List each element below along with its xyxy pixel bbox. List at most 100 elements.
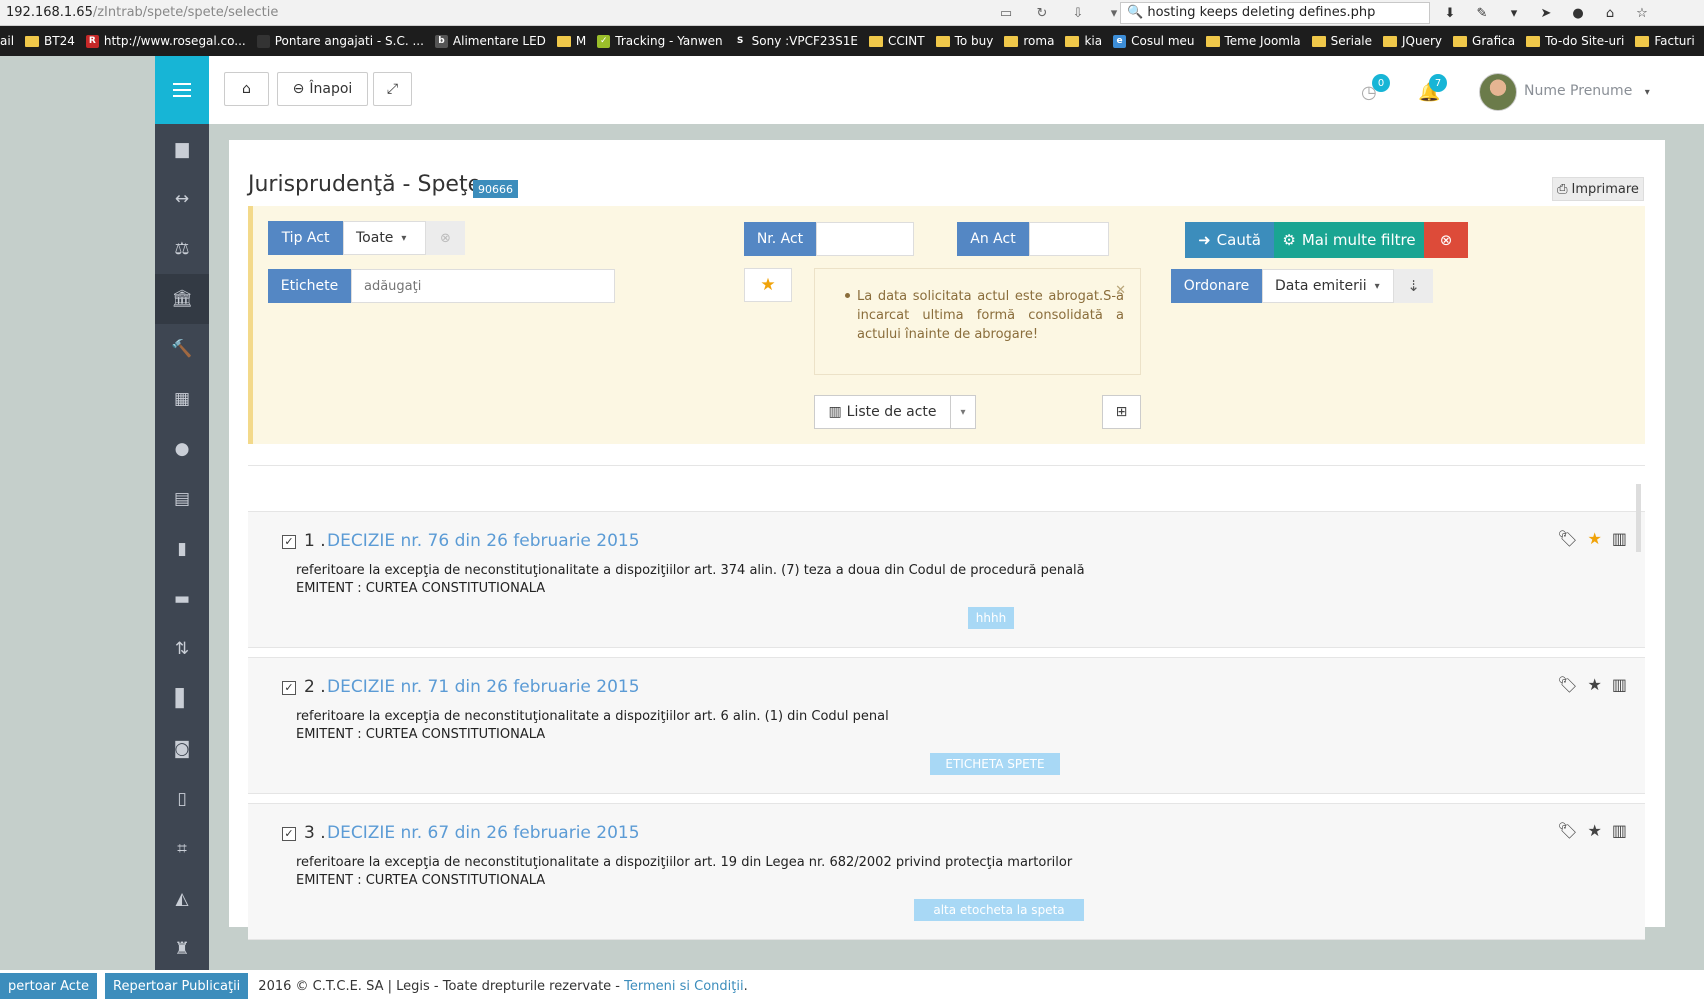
sidebar-item[interactable]: ▬: [155, 574, 209, 624]
tags-icon[interactable]: 🏷: [1557, 675, 1577, 694]
liste-acte-button[interactable]: ▥ Liste de acte: [814, 395, 951, 429]
favicon-icon: ✓: [597, 34, 611, 48]
sidebar-item[interactable]: ▯: [155, 774, 209, 824]
back-button[interactable]: ⊖ Înapoi: [277, 72, 368, 106]
bookmark-item[interactable]: Teme Joomla: [1205, 34, 1301, 48]
bookmark-item[interactable]: CCINT: [869, 34, 925, 48]
download-icon[interactable]: ⬇: [1440, 3, 1460, 23]
pencil-icon[interactable]: ✎: [1472, 3, 1492, 23]
sidebar-item[interactable]: ↔: [155, 174, 209, 224]
bookmark-item[interactable]: S Sony :VPCF23S1E: [733, 34, 858, 48]
terms-link[interactable]: Termeni si Condiţii: [624, 979, 743, 994]
folder-icon: [1004, 35, 1019, 47]
bookmark-item[interactable]: BT24: [25, 34, 75, 48]
bookmark-item[interactable]: To buy: [935, 34, 993, 48]
star-icon[interactable]: ★: [1588, 675, 1602, 694]
book-open-icon[interactable]: ▥: [1612, 821, 1627, 840]
nr-act-input[interactable]: [816, 222, 914, 256]
sidebar-item[interactable]: ▤: [155, 474, 209, 524]
star-icon[interactable]: ★: [1588, 821, 1602, 840]
tags-icon[interactable]: 🏷: [1557, 529, 1577, 548]
menu-dropdown-icon[interactable]: ▾: [1504, 3, 1524, 23]
bookmark-item[interactable]: Pontare angajati - S.C. ...: [256, 34, 424, 48]
print-button[interactable]: ⎙ Imprimare: [1552, 177, 1644, 201]
ordonare-select[interactable]: Data emiterii ▾: [1262, 269, 1394, 303]
result-checkbox[interactable]: ✓: [282, 535, 296, 549]
list-alt-icon: ▤: [173, 489, 191, 509]
bookmark-item[interactable]: Grafica: [1453, 34, 1515, 48]
repertoar-publicatii-button[interactable]: Repertoar Publicaţii: [105, 973, 249, 999]
bookmark-item[interactable]: Seriale: [1311, 34, 1372, 48]
favorites-filter-button[interactable]: ★: [744, 268, 792, 302]
result-tag[interactable]: hhhh: [968, 607, 1014, 629]
reset-filters-button[interactable]: ⊗: [1424, 222, 1468, 258]
sidebar-item[interactable]: ♜: [155, 924, 209, 974]
sidebar-item[interactable]: ◙: [155, 724, 209, 774]
book-open-icon[interactable]: ▥: [1612, 675, 1627, 694]
home-icon[interactable]: ⌂: [1600, 3, 1620, 23]
result-title-link[interactable]: DECIZIE nr. 76 din 26 februarie 2015: [327, 531, 640, 551]
liste-acte-dropdown[interactable]: ▾: [950, 395, 976, 429]
bookmark-item[interactable]: Rhttp://www.rosegal.co...: [85, 34, 246, 48]
fullscreen-button[interactable]: ⤢: [373, 72, 412, 106]
sidebar-item[interactable]: ▦: [155, 374, 209, 424]
add-list-button[interactable]: ⊞: [1102, 395, 1141, 429]
sidebar-item[interactable]: ⌗: [155, 824, 209, 874]
chat-icon[interactable]: ●: [1568, 3, 1588, 23]
sidebar-item[interactable]: ▋: [155, 674, 209, 724]
bookmark-item[interactable]: M: [556, 34, 586, 48]
home-button[interactable]: ⌂: [224, 72, 269, 106]
menu-toggle-button[interactable]: [155, 56, 209, 124]
repertoar-acte-button[interactable]: pertoar Acte: [0, 973, 97, 999]
bookmark-item[interactable]: ail: [0, 34, 14, 48]
sidebar-item[interactable]: ◭: [155, 874, 209, 924]
result-title-link[interactable]: DECIZIE nr. 67 din 26 februarie 2015: [327, 823, 640, 843]
star-icon[interactable]: ★: [1588, 529, 1602, 548]
sidebar-item[interactable]: ▮: [155, 524, 209, 574]
bookmark-label: http://www.rosegal.co...: [103, 34, 246, 48]
reader-view-icon[interactable]: ▭: [995, 3, 1017, 23]
result-checkbox[interactable]: ✓: [282, 681, 296, 695]
sidebar-item[interactable]: 🏛: [155, 274, 209, 324]
bookmark-star-icon[interactable]: ☆: [1632, 3, 1652, 23]
sidebar-item[interactable]: ⚖: [155, 224, 209, 274]
etichete-input[interactable]: [351, 269, 615, 303]
more-filters-button[interactable]: ⚙ Mai multe filtre: [1274, 222, 1424, 258]
bookmark-item[interactable]: roma: [1004, 34, 1054, 48]
bookmark-item[interactable]: Facturi: [1635, 34, 1695, 48]
folder-icon: [1383, 35, 1398, 47]
result-title-link[interactable]: DECIZIE nr. 71 din 26 februarie 2015: [327, 677, 640, 697]
bookmark-item[interactable]: JQuery: [1383, 34, 1442, 48]
tip-act-select[interactable]: Toate ▾: [343, 221, 426, 255]
avatar[interactable]: [1479, 73, 1517, 111]
close-icon[interactable]: ✕: [1115, 281, 1126, 300]
clear-tip-act-button[interactable]: ⊗: [426, 221, 465, 255]
bookmark-item[interactable]: To-do Site-uri: [1526, 34, 1624, 48]
bookmark-label: Teme Joomla: [1224, 34, 1301, 48]
bookmark-item[interactable]: ✓ Tracking - Yanwen: [597, 34, 723, 48]
result-tag[interactable]: ETICHETA SPETE: [930, 753, 1060, 775]
browser-search-input[interactable]: 🔍 hosting keeps deleting defines.php: [1120, 2, 1430, 24]
an-act-input[interactable]: [1029, 222, 1109, 256]
address-bar[interactable]: 192.168.1.65/zIntrab/spete/spete/selecti…: [6, 5, 278, 20]
result-checkbox[interactable]: ✓: [282, 827, 296, 841]
folder-icon: [935, 35, 950, 47]
download-arrow-icon[interactable]: ⇩: [1067, 3, 1089, 23]
sidebar-item[interactable]: ●: [155, 424, 209, 474]
book-open-icon[interactable]: ▥: [1612, 529, 1627, 548]
reload-icon[interactable]: ↻: [1031, 3, 1053, 23]
bookmark-item[interactable]: kia: [1065, 34, 1102, 48]
user-menu[interactable]: Nume Prenume ▾: [1524, 83, 1650, 99]
bookmark-label: kia: [1084, 34, 1103, 48]
tags-icon[interactable]: 🏷: [1557, 821, 1577, 840]
sidebar-item[interactable]: ⇅: [155, 624, 209, 674]
sidebar-item[interactable]: 🔨: [155, 324, 209, 374]
bookmark-item[interactable]: e Cosul meu: [1113, 34, 1195, 48]
sort-direction-button[interactable]: ⇣: [1394, 269, 1433, 303]
search-button[interactable]: ➜ Caută: [1185, 222, 1274, 258]
send-icon[interactable]: ➤: [1536, 3, 1556, 23]
scrollbar[interactable]: [1636, 484, 1641, 552]
bookmark-item[interactable]: b Alimentare LED: [434, 34, 546, 48]
result-tag[interactable]: alta etocheta la speta: [914, 899, 1084, 921]
sidebar-item[interactable]: ▆: [155, 124, 209, 174]
